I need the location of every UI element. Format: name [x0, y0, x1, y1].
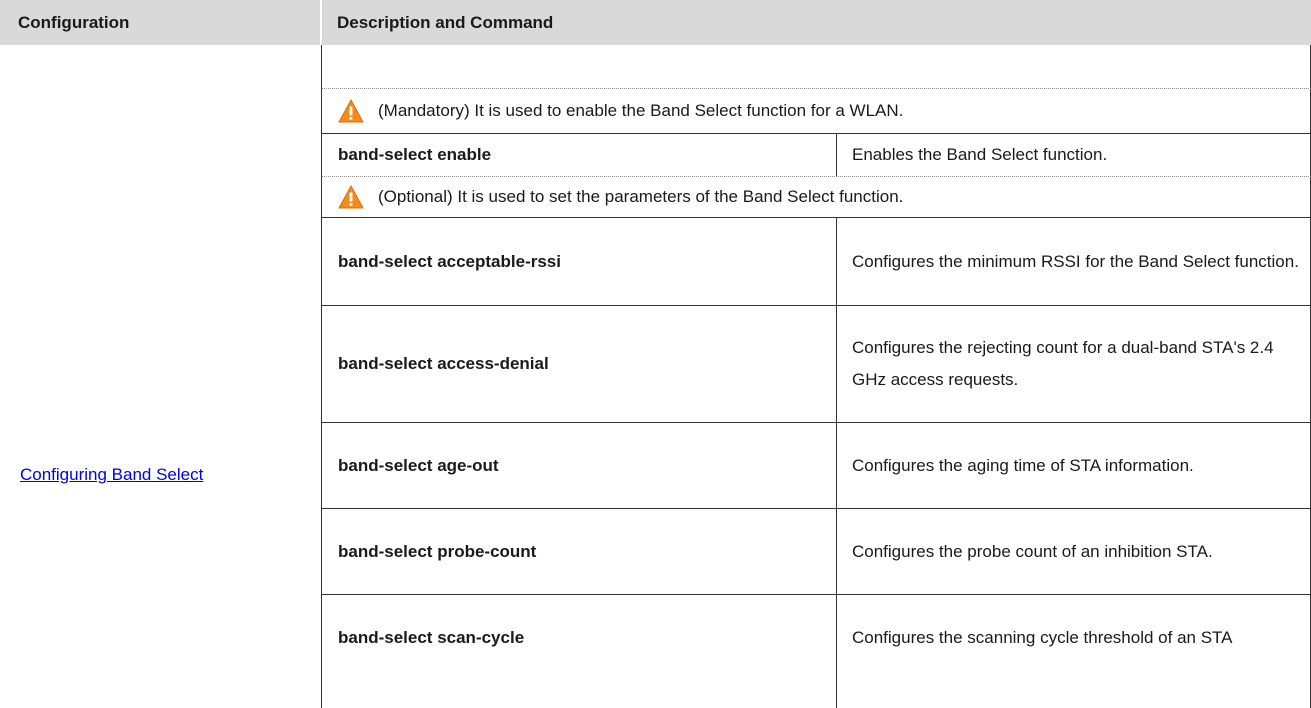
dotted-separator: [322, 176, 1311, 177]
configuration-table: Configuration Description and Command Co…: [0, 0, 1311, 708]
optional-note: (Optional) It is used to set the paramet…: [338, 183, 903, 211]
column-divider-left: [321, 45, 322, 708]
mandatory-note: (Mandatory) It is used to enable the Ban…: [338, 97, 903, 125]
command-description: Configures the probe count of an inhibit…: [852, 541, 1213, 561]
command-name: band-select probe-count: [338, 541, 537, 561]
column-divider-row-1: [836, 133, 837, 176]
command-name: band-select enable: [338, 145, 492, 164]
column-divider-rows-2-6: [836, 217, 837, 708]
warning-triangle-icon: [338, 184, 364, 209]
command-description: Configures the aging time of STA informa…: [852, 455, 1194, 475]
command-description: Enables the Band Select function.: [852, 145, 1108, 164]
mandatory-note-text: (Mandatory) It is used to enable the Ban…: [378, 101, 904, 120]
configuring-band-select-link[interactable]: Configuring Band Select: [20, 465, 203, 485]
warning-triangle-icon: [338, 98, 364, 123]
command-name: band-select access-denial: [338, 354, 549, 373]
dotted-separator: [322, 88, 1311, 89]
optional-note-text: (Optional) It is used to set the paramet…: [378, 187, 904, 206]
column-header-description-and-command: Description and Command: [322, 0, 1311, 45]
command-name: band-select scan-cycle: [338, 627, 525, 647]
command-name: band-select acceptable-rssi: [338, 251, 561, 271]
command-name: band-select age-out: [338, 455, 499, 475]
command-description: Configures the rejecting count for a dua…: [852, 338, 1274, 389]
command-description: Configures the minimum RSSI for the Band…: [852, 251, 1299, 271]
column-header-configuration: Configuration: [0, 0, 321, 45]
command-description: Configures the scanning cycle threshold …: [852, 627, 1233, 647]
